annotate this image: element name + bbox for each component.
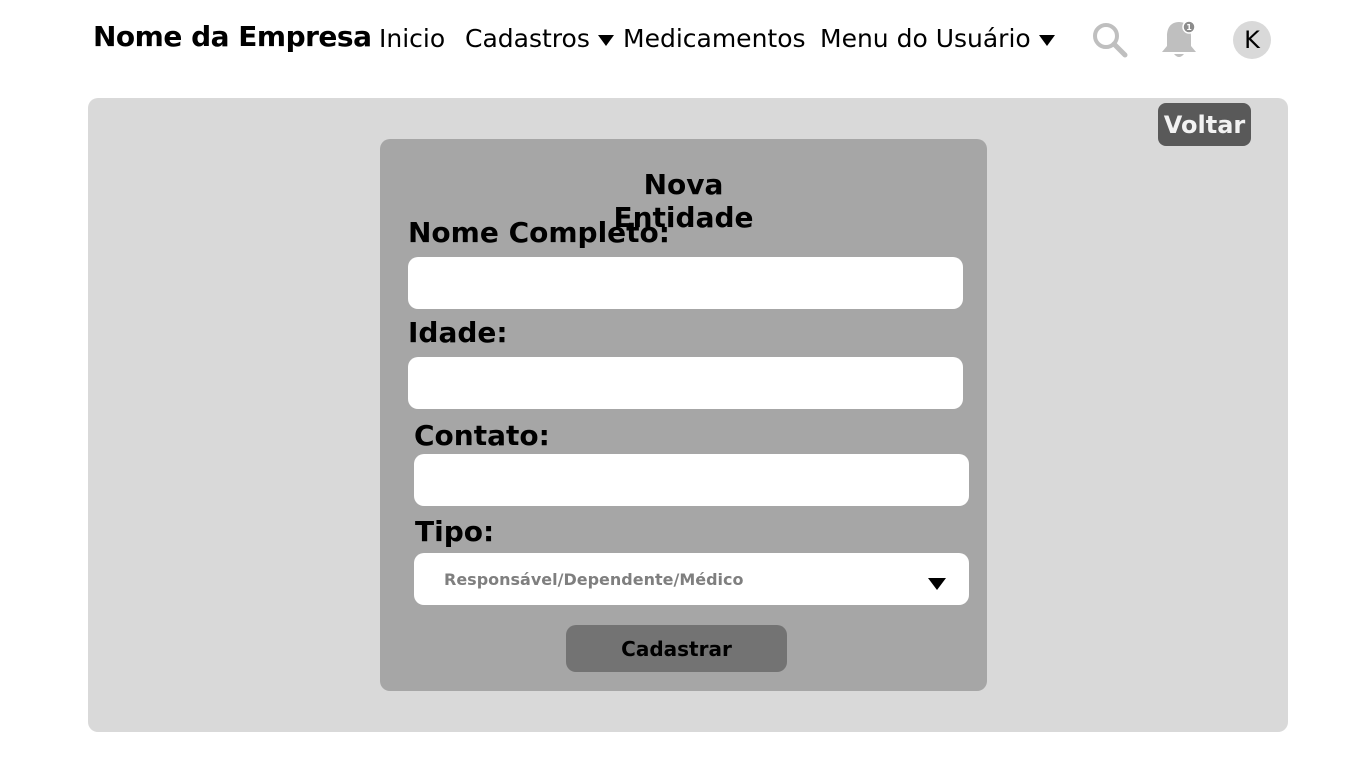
tipo-label: Tipo: <box>415 515 495 548</box>
nav-inicio-label: Inicio <box>379 24 446 53</box>
nav-inicio[interactable]: Inicio <box>379 24 445 53</box>
cadastrar-button[interactable]: Cadastrar <box>566 625 787 672</box>
chevron-down-icon <box>1038 35 1055 46</box>
contato-label: Contato: <box>414 419 550 452</box>
chevron-down-icon <box>928 578 946 590</box>
idade-input[interactable] <box>408 357 963 409</box>
contato-input[interactable] <box>414 454 969 506</box>
avatar-initial: K <box>1244 26 1260 54</box>
nav-menu-usuario-dropdown[interactable]: Menu do Usuário <box>820 24 1055 53</box>
bell-icon[interactable]: 1 <box>1160 18 1198 60</box>
tipo-selected-value: Responsável/Dependente/Médico <box>444 570 744 589</box>
brand-name[interactable]: Nome da Empresa <box>93 20 372 53</box>
avatar[interactable]: K <box>1233 21 1271 59</box>
nome-completo-input[interactable] <box>408 257 963 309</box>
nav-medicamentos-label: Medicamentos <box>623 24 806 53</box>
notification-count: 1 <box>1186 23 1192 32</box>
nav-cadastros-dropdown[interactable]: Cadastros <box>465 24 614 53</box>
search-icon[interactable] <box>1092 22 1128 58</box>
nav-menu-usuario-label: Menu do Usuário <box>820 24 1031 53</box>
back-button[interactable]: Voltar <box>1158 103 1251 146</box>
chevron-down-icon <box>597 35 614 46</box>
nome-completo-label: Nome Completo: <box>408 216 670 249</box>
nav-medicamentos[interactable]: Medicamentos <box>623 24 806 53</box>
nav-cadastros-label: Cadastros <box>465 24 590 53</box>
tipo-select[interactable]: Responsável/Dependente/Médico <box>414 553 969 605</box>
idade-label: Idade: <box>408 316 508 349</box>
top-navbar: Nome da Empresa Inicio Cadastros Medicam… <box>0 0 1366 80</box>
